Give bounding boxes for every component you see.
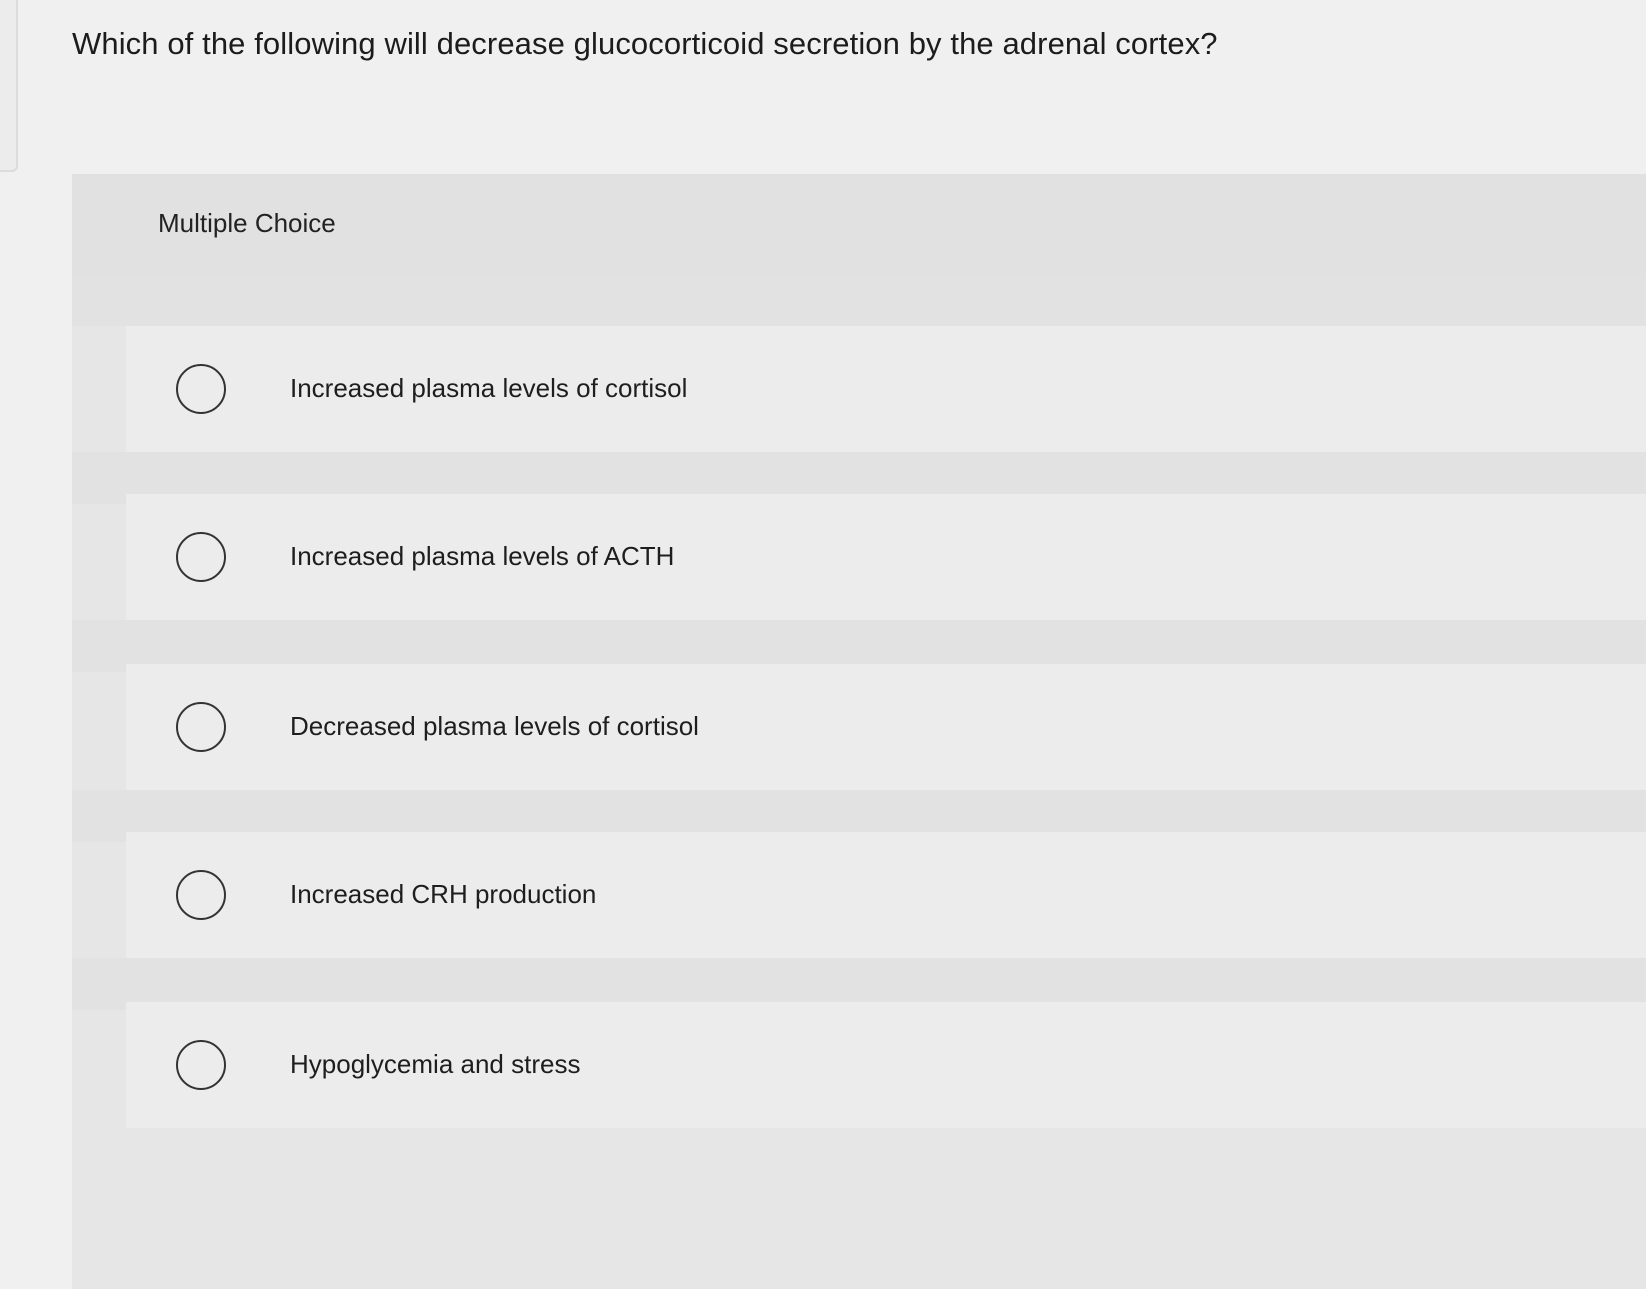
left-edge-divider <box>0 0 18 172</box>
answer-option-2[interactable]: Increased plasma levels of ACTH <box>126 494 1646 620</box>
answer-option-4[interactable]: Increased CRH production <box>126 832 1646 958</box>
answer-option-label: Decreased plasma levels of cortisol <box>290 711 699 741</box>
answer-option-label: Increased plasma levels of ACTH <box>290 541 675 571</box>
answer-option-3[interactable]: Decreased plasma levels of cortisol <box>126 664 1646 790</box>
radio-button[interactable] <box>176 364 226 414</box>
question-type-label: Multiple Choice <box>158 208 336 238</box>
radio-button[interactable] <box>176 532 226 582</box>
answer-panel-header: Multiple Choice <box>72 174 1646 274</box>
answer-option-5[interactable]: Hypoglycemia and stress <box>126 1002 1646 1128</box>
answer-option-label: Increased plasma levels of cortisol <box>290 373 688 403</box>
answer-option-1[interactable]: Increased plasma levels of cortisol <box>126 326 1646 452</box>
answer-option-label: Increased CRH production <box>290 879 597 909</box>
answer-option-label: Hypoglycemia and stress <box>290 1049 581 1079</box>
divider <box>72 274 1646 326</box>
question-text: Which of the following will decrease glu… <box>72 26 1218 61</box>
radio-button[interactable] <box>176 1040 226 1090</box>
radio-button[interactable] <box>176 870 226 920</box>
radio-button[interactable] <box>176 702 226 752</box>
answer-panel: Multiple Choice Increased plasma levels … <box>72 174 1646 1289</box>
